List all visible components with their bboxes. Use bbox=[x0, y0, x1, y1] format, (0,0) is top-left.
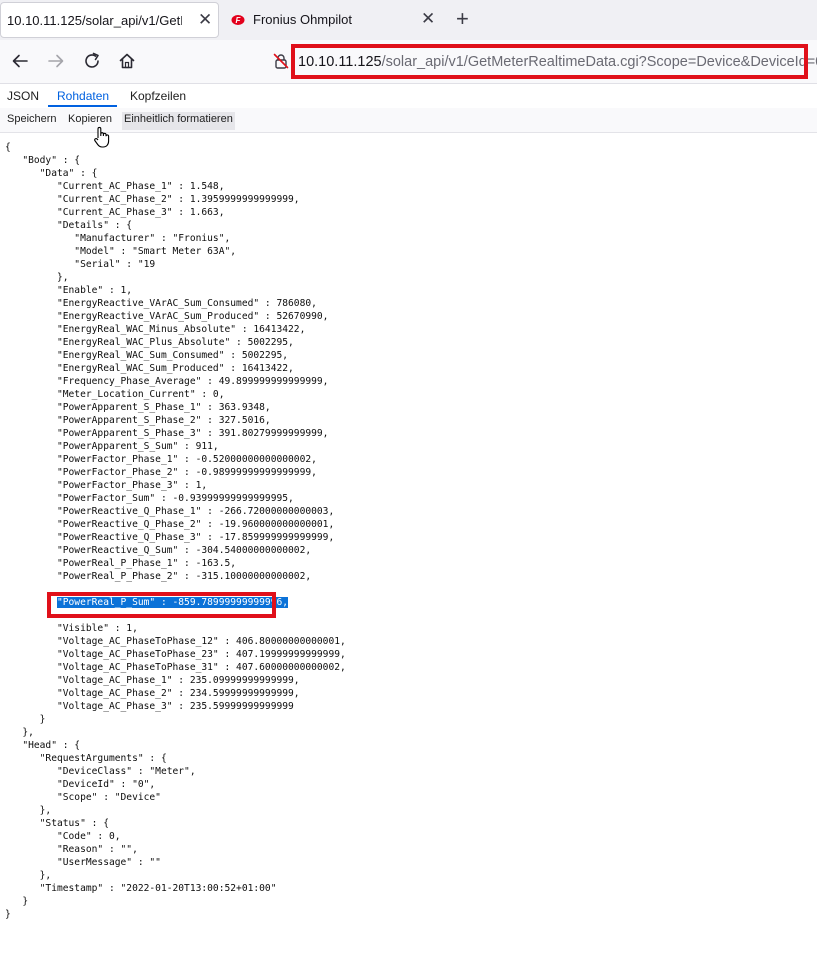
json-line: "Enable" : 1, bbox=[5, 285, 133, 296]
value-highlight-box bbox=[47, 592, 276, 618]
json-line: "EnergyReal_WAC_Sum_Consumed" : 5002295, bbox=[5, 350, 289, 361]
json-line: "DeviceId" : "0", bbox=[5, 779, 156, 790]
json-line: "Code" : 0, bbox=[5, 831, 121, 842]
new-tab-plus-icon[interactable]: + bbox=[456, 7, 469, 31]
json-line: "Voltage_AC_Phase_1" : 235.0999999999999… bbox=[5, 675, 300, 686]
json-line: "Current_AC_Phase_3" : 1.663, bbox=[5, 207, 225, 218]
json-line: "PowerApparent_S_Phase_2" : 327.5016, bbox=[5, 415, 271, 426]
json-line: }, bbox=[5, 805, 52, 816]
json-line: "DeviceClass" : "Meter", bbox=[5, 766, 196, 777]
json-line: "Reason" : "", bbox=[5, 844, 138, 855]
json-line: "PowerReal_P_Phase_2" : -315.10000000000… bbox=[5, 571, 312, 582]
json-line: "EnergyReactive_VArAC_Sum_Consumed" : 78… bbox=[5, 298, 317, 309]
json-line: "UserMessage" : "" bbox=[5, 857, 161, 868]
json-line: "PowerReal_P_Phase_1" : -163.5, bbox=[5, 558, 237, 569]
json-line: "EnergyReal_WAC_Minus_Absolute" : 164134… bbox=[5, 324, 306, 335]
json-line: "Meter_Location_Current" : 0, bbox=[5, 389, 225, 400]
json-line: "Frequency_Phase_Average" : 49.899999999… bbox=[5, 376, 329, 387]
fronius-logo-icon: F bbox=[231, 15, 245, 25]
tab-meter-api[interactable]: 10.10.11.125/solar_api/v1/GetMeterRealti… bbox=[0, 2, 219, 38]
json-line: "Voltage_AC_PhaseToPhase_23" : 407.19999… bbox=[5, 649, 346, 660]
json-line: "Model" : "Smart Meter 63A", bbox=[5, 246, 237, 257]
json-line: "PowerFactor_Phase_1" : -0.5200000000000… bbox=[5, 454, 317, 465]
json-line: "Voltage_AC_Phase_2" : 234.5999999999999… bbox=[5, 688, 300, 699]
json-line: "Voltage_AC_Phase_3" : 235.5999999999999… bbox=[5, 701, 294, 712]
tab-strip: 10.10.11.125/solar_api/v1/GetMeterRealti… bbox=[0, 0, 817, 40]
json-line: "Manufacturer" : "Fronius", bbox=[5, 233, 231, 244]
json-line: "RequestArguments" : { bbox=[5, 753, 167, 764]
tab-title: 10.10.11.125/solar_api/v1/GetMeterRealti… bbox=[7, 13, 182, 28]
pretty-print-button[interactable]: Einheitlich formatieren bbox=[122, 112, 235, 130]
save-button[interactable]: Speichern bbox=[5, 112, 59, 130]
json-line: "Timestamp" : "2022-01-20T13:00:52+01:00… bbox=[5, 883, 277, 894]
json-line: }, bbox=[5, 870, 52, 881]
json-line: "Visible" : 1, bbox=[5, 623, 138, 634]
json-line: } bbox=[5, 714, 46, 725]
json-line: "PowerReactive_Q_Phase_2" : -19.96000000… bbox=[5, 519, 335, 530]
json-viewer-tabs: JSON Rohdaten Kopfzeilen bbox=[0, 84, 817, 109]
json-line: "Head" : { bbox=[5, 740, 81, 751]
json-line: "PowerApparent_S_Sum" : 911, bbox=[5, 441, 219, 452]
json-line: }, bbox=[5, 727, 34, 738]
json-line: "PowerReactive_Q_Phase_3" : -17.85999999… bbox=[5, 532, 335, 543]
json-line: } bbox=[5, 896, 29, 907]
json-line: "PowerReactive_Q_Phase_1" : -266.7200000… bbox=[5, 506, 335, 517]
close-icon[interactable]: ✕ bbox=[198, 10, 212, 30]
json-line: "Voltage_AC_PhaseToPhase_31" : 407.60000… bbox=[5, 662, 346, 673]
json-line: }, bbox=[5, 272, 69, 283]
json-line: "PowerReactive_Q_Sum" : -304.54000000000… bbox=[5, 545, 312, 556]
json-line: "Status" : { bbox=[5, 818, 109, 829]
back-arrow-icon[interactable] bbox=[9, 50, 31, 72]
tab-headers[interactable]: Kopfzeilen bbox=[130, 89, 186, 103]
json-line: "PowerApparent_S_Phase_3" : 391.80279999… bbox=[5, 428, 329, 439]
json-line: "Current_AC_Phase_1" : 1.548, bbox=[5, 181, 225, 192]
json-line: "Data" : { bbox=[5, 168, 98, 179]
json-line: "PowerFactor_Phase_3" : 1, bbox=[5, 480, 208, 491]
raw-data-toolbar: Speichern Kopieren Einheitlich formatier… bbox=[0, 108, 817, 133]
json-line: "Scope" : "Device" bbox=[5, 792, 161, 803]
home-icon[interactable] bbox=[116, 50, 138, 72]
json-line: "EnergyReactive_VArAC_Sum_Produced" : 52… bbox=[5, 311, 329, 322]
json-line: { bbox=[5, 142, 11, 153]
json-line: "Body" : { bbox=[5, 155, 81, 166]
selected-tab-indicator bbox=[48, 105, 117, 107]
json-line: "EnergyReal_WAC_Plus_Absolute" : 5002295… bbox=[5, 337, 294, 348]
json-line: "PowerApparent_S_Phase_1" : 363.9348, bbox=[5, 402, 271, 413]
json-line: "Serial" : "19 bbox=[5, 259, 156, 270]
tab-json[interactable]: JSON bbox=[7, 89, 39, 103]
json-line: "PowerFactor_Phase_2" : -0.9899999999999… bbox=[5, 467, 317, 478]
hand-cursor-icon bbox=[94, 126, 110, 148]
tab-fronius-ohmpilot[interactable]: F Fronius Ohmpilot ✕ bbox=[221, 2, 446, 38]
json-line: "Voltage_AC_PhaseToPhase_12" : 406.80000… bbox=[5, 636, 346, 647]
reload-icon[interactable] bbox=[81, 50, 103, 72]
forward-arrow-icon[interactable] bbox=[45, 50, 67, 72]
tab-raw-data[interactable]: Rohdaten bbox=[57, 89, 109, 103]
insecure-lock-icon[interactable] bbox=[273, 53, 289, 69]
json-line: "EnergyReal_WAC_Sum_Produced" : 16413422… bbox=[5, 363, 294, 374]
url-highlight-box bbox=[291, 44, 808, 79]
json-line: "Details" : { bbox=[5, 220, 133, 231]
json-line: "PowerFactor_Sum" : -0.93999999999999995… bbox=[5, 493, 294, 504]
json-line: "Current_AC_Phase_2" : 1.395999999999999… bbox=[5, 194, 300, 205]
json-line: } bbox=[5, 909, 11, 920]
close-icon[interactable]: ✕ bbox=[421, 9, 435, 29]
tab-title: Fronius Ohmpilot bbox=[253, 12, 352, 27]
